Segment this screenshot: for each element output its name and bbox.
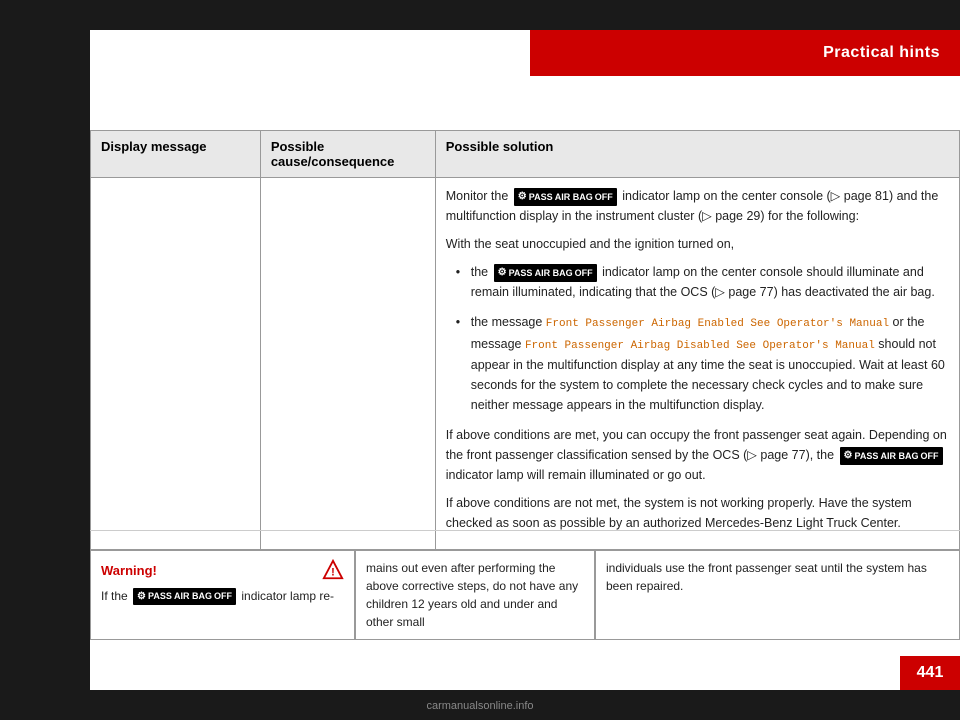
airbag-badge-3: ⚙ PASS AIR BAG OFF [840,447,943,465]
warning-box: Warning! ! If the ⚙ PASS AIR BAG OFF ind… [90,550,355,640]
warning-header: Warning! ! [101,559,344,581]
code-message-1: Front Passenger Airbag Enabled See Opera… [546,318,889,330]
middle-text-content: mains out even after performing the abov… [366,561,578,629]
page-number: 441 [900,656,960,690]
table-row: Monitor the ⚙ PASS AIR BAG OFF indicator… [91,178,960,550]
header-banner: Practical hints [530,30,960,76]
code-message-2: Front Passenger Airbag Disabled See Oper… [525,340,875,352]
airbag-badge-1: ⚙ PASS AIR BAG OFF [514,188,617,206]
airbag-badge-2: ⚙ PASS AIR BAG OFF [494,264,597,282]
svg-text:!: ! [331,567,335,579]
cell-cause [260,178,435,550]
content-table: Display message Possible cause/consequen… [90,130,960,550]
bullet-list: the ⚙ PASS AIR BAG OFF indicator lamp on… [456,262,949,415]
col-header-display: Display message [91,131,261,178]
warning-triangle-icon: ! [322,559,344,581]
bullet-item-2: the message Front Passenger Airbag Enabl… [456,312,949,415]
solution-para-4: If above conditions are not met, the sys… [446,493,949,533]
cell-display-message [91,178,261,550]
cell-solution: Monitor the ⚙ PASS AIR BAG OFF indicator… [435,178,959,550]
page-title: Practical hints [823,44,940,62]
divider-line [90,530,960,531]
solution-para-3: If above conditions are met, you can occ… [446,425,949,485]
solution-para-1: Monitor the ⚙ PASS AIR BAG OFF indicator… [446,186,949,226]
col-header-cause: Possible cause/consequence [260,131,435,178]
watermark: carmanualsonline.info [0,700,960,712]
bottom-section: Warning! ! If the ⚙ PASS AIR BAG OFF ind… [90,550,960,640]
solution-para-2: With the seat unoccupied and the ignitio… [446,234,949,254]
main-table-container: Display message Possible cause/consequen… [90,130,960,550]
right-text-content: individuals use the front passenger seat… [606,561,927,593]
bullet-item-1: the ⚙ PASS AIR BAG OFF indicator lamp on… [456,262,949,302]
col-header-solution: Possible solution [435,131,959,178]
middle-text-box: mains out even after performing the abov… [355,550,595,640]
solution-content: Monitor the ⚙ PASS AIR BAG OFF indicator… [446,186,949,533]
warning-label: Warning! [101,563,157,578]
warning-text: If the ⚙ PASS AIR BAG OFF indicator lamp… [101,587,344,605]
right-text-box: individuals use the front passenger seat… [595,550,960,640]
airbag-badge-warning: ⚙ PASS AIR BAG OFF [133,588,236,605]
